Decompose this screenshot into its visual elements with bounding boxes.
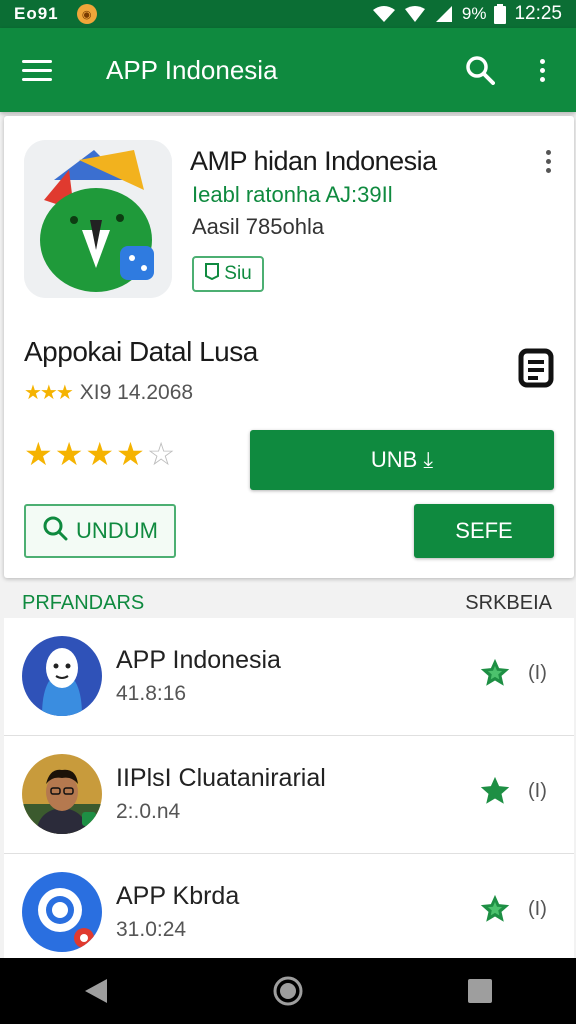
- star-icon[interactable]: ★: [55, 438, 84, 470]
- star-icon[interactable]: [478, 656, 512, 695]
- app-logo-icon[interactable]: [24, 140, 172, 298]
- status-icons: 9% 12:25: [372, 3, 562, 25]
- list-header-right[interactable]: SRKBEIA: [465, 592, 552, 615]
- avatar: [22, 754, 102, 834]
- sefe-button[interactable]: SEFE: [414, 504, 554, 558]
- star-rating[interactable]: ★ ★ ★ ★ ☆: [24, 438, 175, 470]
- back-icon[interactable]: [66, 961, 126, 1021]
- install-button[interactable]: UNB ⤓: [250, 430, 554, 490]
- list-item-count: (I): [528, 780, 547, 802]
- notification-icon: ◉: [76, 4, 97, 24]
- badge-icon: [204, 262, 220, 286]
- overflow-menu-icon[interactable]: [520, 48, 564, 92]
- list-item-title: IIPlsI Cluatanirarial: [116, 764, 326, 792]
- app-category: Aasil 785ohla: [192, 214, 325, 239]
- rating-summary: ★★★ XI9 14.2068: [24, 380, 193, 405]
- status-bar: Eo91 ◉ 9% 12:25: [0, 0, 576, 28]
- list-item-title: APP Indonesia: [116, 646, 281, 674]
- search-icon[interactable]: [458, 48, 502, 92]
- list-item-subtitle: 2:.0.n4: [116, 800, 181, 823]
- wifi-icon: [372, 5, 396, 23]
- star-icon[interactable]: [478, 774, 512, 813]
- search-icon: [42, 515, 68, 547]
- star-icon[interactable]: ★: [85, 438, 114, 470]
- system-nav-bar: [0, 958, 576, 1024]
- undum-button[interactable]: UNDUM: [24, 504, 176, 558]
- battery-percent: 9%: [461, 4, 487, 23]
- avatar: [22, 872, 102, 952]
- star-icon[interactable]: ★: [116, 438, 145, 470]
- star-outline-icon[interactable]: ☆: [147, 438, 176, 470]
- section-title: Appokai Datal Lusa: [24, 336, 258, 367]
- app-developer[interactable]: Ieabl ratonha AJ:39Il: [192, 182, 393, 208]
- app-list: APP Indonesia 41.8:16 (I) IIPlsI Cluatan…: [4, 618, 574, 958]
- hamburger-icon[interactable]: [22, 48, 66, 92]
- card-overflow-icon[interactable]: [540, 150, 556, 174]
- app-title: AMP hidan Indonesia: [190, 146, 437, 176]
- list-item[interactable]: APP Indonesia 41.8:16 (I): [4, 618, 574, 736]
- list-item-subtitle: 41.8:16: [116, 682, 187, 705]
- undum-label: UNDUM: [76, 518, 158, 543]
- list-item[interactable]: APP Kbrda 31.0:24 (I): [4, 854, 574, 972]
- clock: 12:25: [514, 3, 562, 24]
- avatar: [22, 636, 102, 716]
- age-rating-badge: Siu: [192, 256, 264, 292]
- app-bar-title: APP Indonesia: [106, 54, 278, 85]
- list-item-subtitle: 31.0:24: [116, 918, 187, 941]
- app-detail-card: AMP hidan Indonesia Ieabl ratonha AJ:39I…: [4, 116, 574, 578]
- badge-label: Siu: [224, 263, 252, 284]
- document-icon[interactable]: [518, 348, 554, 393]
- battery-icon: [494, 4, 507, 24]
- app-bar: APP Indonesia: [0, 28, 576, 112]
- list-item-count: (I): [528, 662, 547, 684]
- list-item[interactable]: IIPlsI Cluatanirarial 2:.0.n4 (I): [4, 736, 574, 854]
- list-item-count: (I): [528, 898, 547, 920]
- list-header-left[interactable]: PRFANDARS: [22, 592, 144, 615]
- small-stars-icon: ★★★: [24, 382, 74, 404]
- star-icon[interactable]: [478, 892, 512, 931]
- wifi-signal-icon: [404, 5, 426, 23]
- home-icon[interactable]: [258, 961, 318, 1021]
- cell-signal-icon: [434, 5, 454, 23]
- star-icon[interactable]: ★: [24, 438, 53, 470]
- rating-text: XI9 14.2068: [79, 380, 194, 404]
- list-item-title: APP Kbrda: [116, 882, 240, 910]
- carrier-text: Eo91: [14, 4, 59, 23]
- recents-icon[interactable]: [450, 961, 510, 1021]
